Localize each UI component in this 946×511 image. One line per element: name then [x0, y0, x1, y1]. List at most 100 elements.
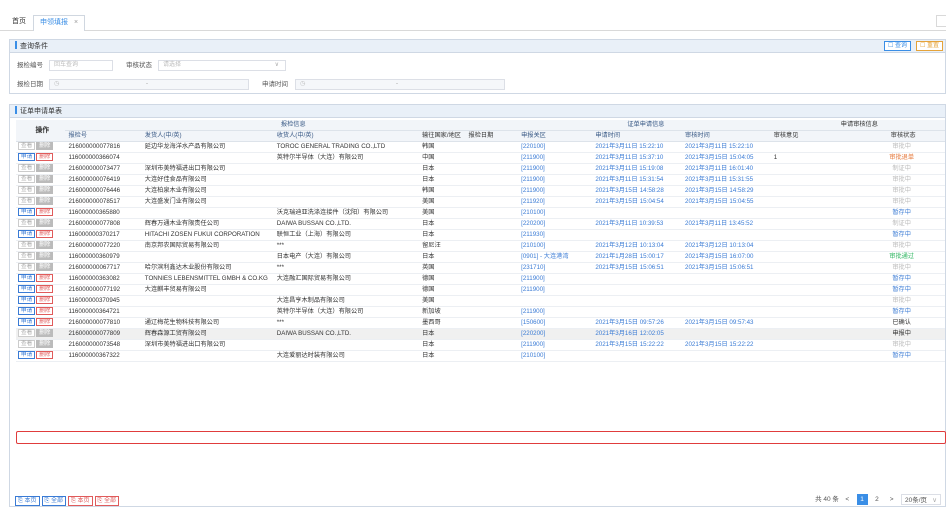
- table-row[interactable]: 申请 删除 216000000077810 通辽梅花生物科技有限公司 *** 墨西哥 [15…: [16, 317, 945, 329]
- delete-button[interactable]: 删除: [36, 219, 54, 228]
- apply-button[interactable]: 申请: [18, 208, 36, 217]
- export-all-button[interactable]: ⎘ 全部: [41, 496, 66, 506]
- view-button[interactable]: 查看: [18, 252, 36, 261]
- view-button[interactable]: 查看: [18, 340, 36, 349]
- table-row[interactable]: 查看 删除 216000000078517 大连盛发门业有限公司 美国 [211920] 2…: [16, 196, 945, 208]
- page-size-select[interactable]: 20条/页 ∨: [901, 494, 941, 505]
- cell-consignee: [273, 163, 420, 175]
- apply-button[interactable]: 申请: [18, 307, 36, 316]
- table-row[interactable]: 查看 删除 216000000073548 深圳市美特福进出口有限公司 日本 [21190…: [16, 339, 945, 351]
- report-date-range[interactable]: ◷ -: [49, 79, 249, 90]
- table-row[interactable]: 申请 删除 116000000370945 大连昌亨木制品有限公司 美国 审批中: [16, 295, 945, 307]
- apply-button[interactable]: 申请: [18, 296, 36, 305]
- view-button[interactable]: 查看: [18, 142, 36, 151]
- cell-shipper: [141, 350, 274, 362]
- col-report-date[interactable]: 报检日期: [465, 130, 519, 142]
- delete-button[interactable]: 删除: [36, 197, 54, 206]
- print-page-button[interactable]: ⎘ 本页: [68, 496, 93, 506]
- delete-button[interactable]: 删除: [36, 263, 54, 272]
- delete-button[interactable]: 删除: [36, 164, 54, 173]
- view-button[interactable]: 查看: [18, 329, 36, 338]
- col-apply-time[interactable]: 申请时间: [592, 130, 683, 142]
- table-row[interactable]: 申请 删除 116000000364721 英特尔半导体（大连）有限公司 新加坡 [211…: [16, 306, 945, 318]
- view-button[interactable]: 查看: [18, 219, 36, 228]
- next-page-button[interactable]: >: [886, 494, 897, 505]
- report-no-input[interactable]: 回车查询: [49, 60, 113, 71]
- table-row[interactable]: 申请 删除 116000000367322 大连爱丽达时装有限公司 日本 [210100]…: [16, 350, 945, 362]
- cell-report-no: 116000000360979: [65, 251, 142, 263]
- delete-button[interactable]: 删除: [36, 318, 54, 327]
- view-button[interactable]: 查看: [18, 263, 36, 272]
- view-button[interactable]: 查看: [18, 175, 36, 184]
- page-2-button[interactable]: 2: [871, 494, 882, 505]
- row-actions: 查看 删除: [16, 251, 66, 263]
- delete-button[interactable]: 删除: [36, 186, 54, 195]
- delete-button[interactable]: 删除: [36, 153, 54, 162]
- apply-button[interactable]: 申请: [18, 351, 36, 360]
- delete-button[interactable]: 删除: [36, 285, 54, 294]
- view-button[interactable]: 查看: [18, 241, 36, 250]
- cell-review-time: 2021年3月11日 15:22:10: [682, 141, 771, 153]
- total-count: 共 40 条: [815, 496, 839, 504]
- print-all-button[interactable]: ⎘ 全部: [94, 496, 119, 506]
- view-button[interactable]: 查看: [18, 164, 36, 173]
- table-row[interactable]: 申请 删除 116000000370217 HITACHI ZOSEN FUKUI C…: [16, 229, 945, 241]
- status-select[interactable]: 请选择 ∨: [158, 60, 286, 71]
- apply-button[interactable]: 申请: [18, 285, 36, 294]
- export-page-button[interactable]: ⎘ 本页: [15, 496, 40, 506]
- col-shipper[interactable]: 发货人(中/英): [141, 130, 274, 142]
- col-dest[interactable]: 输往国家/地区: [419, 130, 466, 142]
- apply-button[interactable]: 申请: [18, 230, 36, 239]
- delete-button[interactable]: 删除: [36, 241, 54, 250]
- delete-button[interactable]: 删除: [36, 142, 54, 151]
- cell-port: [211900]: [518, 284, 593, 296]
- col-report-no[interactable]: 报检号: [65, 130, 142, 142]
- apply-button[interactable]: 申请: [18, 153, 36, 162]
- apply-button[interactable]: 申请: [18, 274, 36, 283]
- cell-dest: 美国: [419, 207, 466, 219]
- col-review-time[interactable]: 审核时间: [682, 130, 771, 142]
- delete-button[interactable]: 删除: [36, 351, 54, 360]
- delete-button[interactable]: 删除: [36, 175, 54, 184]
- cell-opinion: [770, 196, 859, 208]
- col-status[interactable]: 审核状态: [858, 130, 945, 142]
- delete-button[interactable]: 删除: [36, 307, 54, 316]
- table-row[interactable]: 申请 删除 116000000366074 英特尔半导体（大连）有限公司 中国 [2119…: [16, 152, 945, 164]
- table-row[interactable]: 查看 删除 216000000076419 大连好佳食品有限公司 日本 [211900] 2…: [16, 174, 945, 186]
- table-row[interactable]: 查看 删除 116000000360979 日本电产（大连）有限公司 日本 [0901] …: [16, 251, 945, 263]
- prev-page-button[interactable]: <: [842, 494, 853, 505]
- tab-apply-fill[interactable]: 申领填报 ×: [33, 15, 86, 31]
- delete-button[interactable]: 删除: [36, 340, 54, 349]
- table-row[interactable]: 查看 删除 216000000077809 辉春森源工贸有限公司 DAIWA BUSSA…: [16, 328, 945, 340]
- tab-home[interactable]: 首页: [12, 15, 26, 29]
- table-row[interactable]: 查看 删除 216000000077808 辉春万通木业有限责任公司 DAIWA BUS…: [16, 218, 945, 230]
- col-opinion[interactable]: 审核意见: [770, 130, 859, 142]
- delete-button[interactable]: 删除: [36, 208, 54, 217]
- table-row[interactable]: 查看 删除 216000000076446 大连柏泉木业有限公司 韩国 [211900] 2…: [16, 185, 945, 197]
- table-row[interactable]: 查看 删除 216000000073477 深圳市美特福进出口有限公司 日本 [21190…: [16, 163, 945, 175]
- cell-report-no: 216000000076419: [65, 174, 142, 186]
- query-button[interactable]: ☐ 查询: [883, 41, 911, 51]
- apply-time-range[interactable]: ◷ -: [295, 79, 505, 90]
- table-row[interactable]: 查看 删除 216000000067717 哈尔滨利鑫达木业股份有限公司 *** 英国 [2…: [16, 262, 945, 274]
- delete-button[interactable]: 删除: [36, 296, 54, 305]
- apply-button[interactable]: 申请: [18, 318, 36, 327]
- delete-button[interactable]: 删除: [36, 230, 54, 239]
- table-row[interactable]: 申请 删除 116000000365880 沃克瑞迪亚洗涤连接件（沈阳）有限公司 美国[…: [16, 207, 945, 219]
- page-1-button[interactable]: 1: [856, 494, 868, 505]
- view-button[interactable]: 查看: [18, 186, 36, 195]
- delete-button[interactable]: 删除: [36, 274, 54, 283]
- delete-button[interactable]: 删除: [36, 329, 54, 338]
- reset-button[interactable]: ☐ 重置: [915, 41, 943, 51]
- col-port[interactable]: 申报关区: [518, 130, 593, 142]
- delete-button[interactable]: 删除: [36, 252, 54, 261]
- view-button[interactable]: 查看: [18, 197, 36, 206]
- table-row[interactable]: 查看 删除 216000000077816 延边华龙海洋水产品有限公司 TOROC GE…: [16, 141, 945, 153]
- cell-shipper: 哈尔滨利鑫达木业股份有限公司: [141, 262, 274, 274]
- table-row[interactable]: 查看 删除 216000000077220 南京邦农国际贸易有限公司 *** 留尼汪 [21…: [16, 240, 945, 252]
- table-row[interactable]: 申请 删除 116000000363082 TONNIES LEBENSMITTEL …: [16, 273, 945, 285]
- table-row[interactable]: 申请 删除 216000000077192 大连麒丰贸易有限公司 德国 [211900] 暂…: [16, 284, 945, 296]
- close-icon[interactable]: ×: [74, 19, 78, 26]
- col-consignee[interactable]: 收货人(中/英): [273, 130, 420, 142]
- tab-scroll-right-icon[interactable]: [936, 15, 946, 27]
